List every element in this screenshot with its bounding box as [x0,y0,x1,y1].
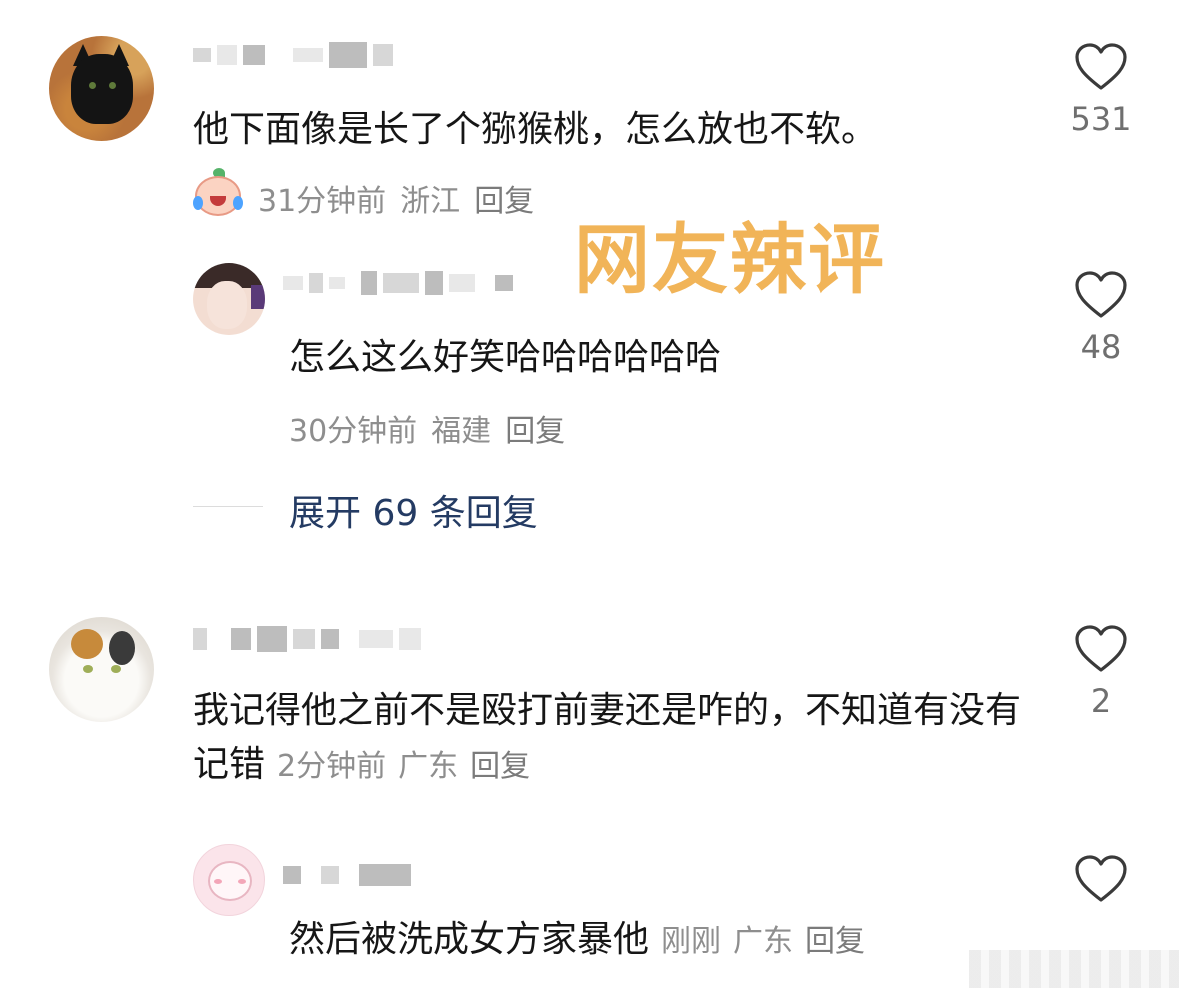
reply-button[interactable]: 回复 [474,184,534,219]
username-blurred[interactable] [283,858,411,892]
comment-location: 浙江 [400,184,461,219]
comment-body: 然后被洗成女方家暴他 [289,919,650,960]
comment-meta: 31分钟前 浙江 回复 [258,176,548,220]
like-button[interactable]: 2 [1061,624,1141,720]
commenter-avatar[interactable] [193,263,265,335]
comment-location: 广东 [733,924,794,959]
heart-icon[interactable] [1074,270,1128,320]
like-count: 48 [1080,328,1122,366]
comment-time: 刚刚 [661,924,722,959]
crying-laughing-sticker-icon [193,168,245,216]
comment-location: 广东 [398,749,459,784]
heart-icon[interactable] [1074,42,1128,92]
commenter-avatar[interactable] [49,36,154,141]
comment-time: 2分钟前 [277,749,387,784]
username-blurred[interactable] [193,38,393,72]
comment-location: 福建 [431,414,492,449]
like-count: 2 [1090,682,1112,720]
reply-button[interactable]: 回复 [470,749,530,784]
username-blurred[interactable] [283,266,513,300]
comment-time: 31分钟前 [258,184,387,219]
comment-text: 怎么这么好笑哈哈哈哈哈哈 [289,337,722,378]
overlay-title: 网友辣评 [574,215,886,304]
comment-text: 我记得他之前不是殴打前妻还是咋的，不知道有没有记错 2分钟前 广东 回复 [193,684,1023,794]
comment-meta: 2分钟前 广东 回复 [265,749,530,784]
like-button[interactable]: 48 [1061,270,1141,366]
commenter-avatar[interactable] [49,617,154,722]
reply-button[interactable]: 回复 [505,414,565,449]
like-button[interactable]: 531 [1061,42,1141,138]
expand-replies-link[interactable]: 展开 69 条回复 [289,484,538,536]
like-count: 531 [1070,100,1132,138]
commenter-avatar[interactable] [193,844,265,916]
watermark-blurred [969,950,1179,988]
comment-meta: 刚刚 广东 回复 [649,924,865,959]
expand-divider [193,506,263,507]
comment-text: 然后被洗成女方家暴他 刚刚 广东 回复 [289,918,865,964]
reply-button[interactable]: 回复 [805,924,865,959]
like-button[interactable] [1061,854,1141,904]
username-blurred[interactable] [193,622,421,656]
comment-meta: 30分钟前 福建 回复 [289,406,579,450]
comment-time: 30分钟前 [289,414,418,449]
comment-text: 他下面像是长了个猕猴桃，怎么放也不软。 [193,109,878,150]
heart-icon[interactable] [1074,854,1128,904]
heart-icon[interactable] [1074,624,1128,674]
